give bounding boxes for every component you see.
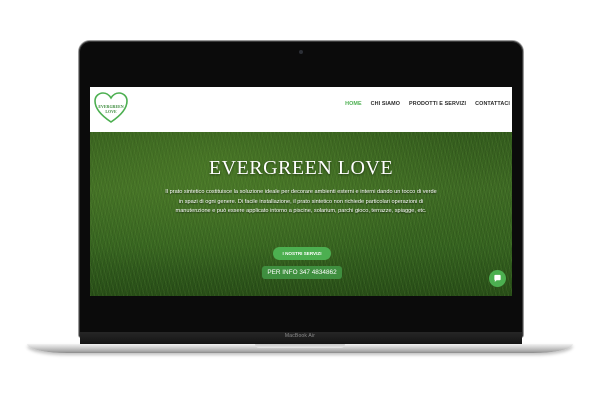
site-logo[interactable]: EVERGREEN LOVE <box>93 91 129 125</box>
main-nav: HOME CHI SIAMO PRODOTTI E SERVIZI CONTAT… <box>345 101 510 107</box>
hero-title: EVERGREEN LOVE <box>208 157 394 179</box>
nav-prodotti-e-servizi[interactable]: PRODOTTI E SERVIZI <box>409 101 466 107</box>
laptop-hinge-notch <box>255 344 345 348</box>
nav-chi-siamo[interactable]: CHI SIAMO <box>371 101 400 107</box>
site-header: EVERGREEN LOVE HOME CHI SIAMO PRODOTTI E… <box>90 87 512 132</box>
logo-text: EVERGREEN LOVE <box>98 104 124 114</box>
chat-bubble-icon <box>494 274 501 282</box>
camera-icon <box>299 50 303 54</box>
hero-description: Il prato sintetico costituisce la soluzi… <box>165 189 437 215</box>
website-screen: EVERGREEN LOVE HOME CHI SIAMO PRODOTTI E… <box>90 87 512 296</box>
services-button[interactable]: I NOSTRI SERVIZI <box>273 247 331 260</box>
hero-section: EVERGREEN LOVE Il prato sintetico costit… <box>90 132 512 296</box>
nav-contattaci[interactable]: CONTATTACI <box>475 101 510 107</box>
chat-button[interactable] <box>489 270 506 287</box>
phone-info-button[interactable]: PER INFO 347 4834862 <box>262 266 342 279</box>
nav-home[interactable]: HOME <box>345 101 362 107</box>
device-label: MacBook Air <box>284 333 316 339</box>
